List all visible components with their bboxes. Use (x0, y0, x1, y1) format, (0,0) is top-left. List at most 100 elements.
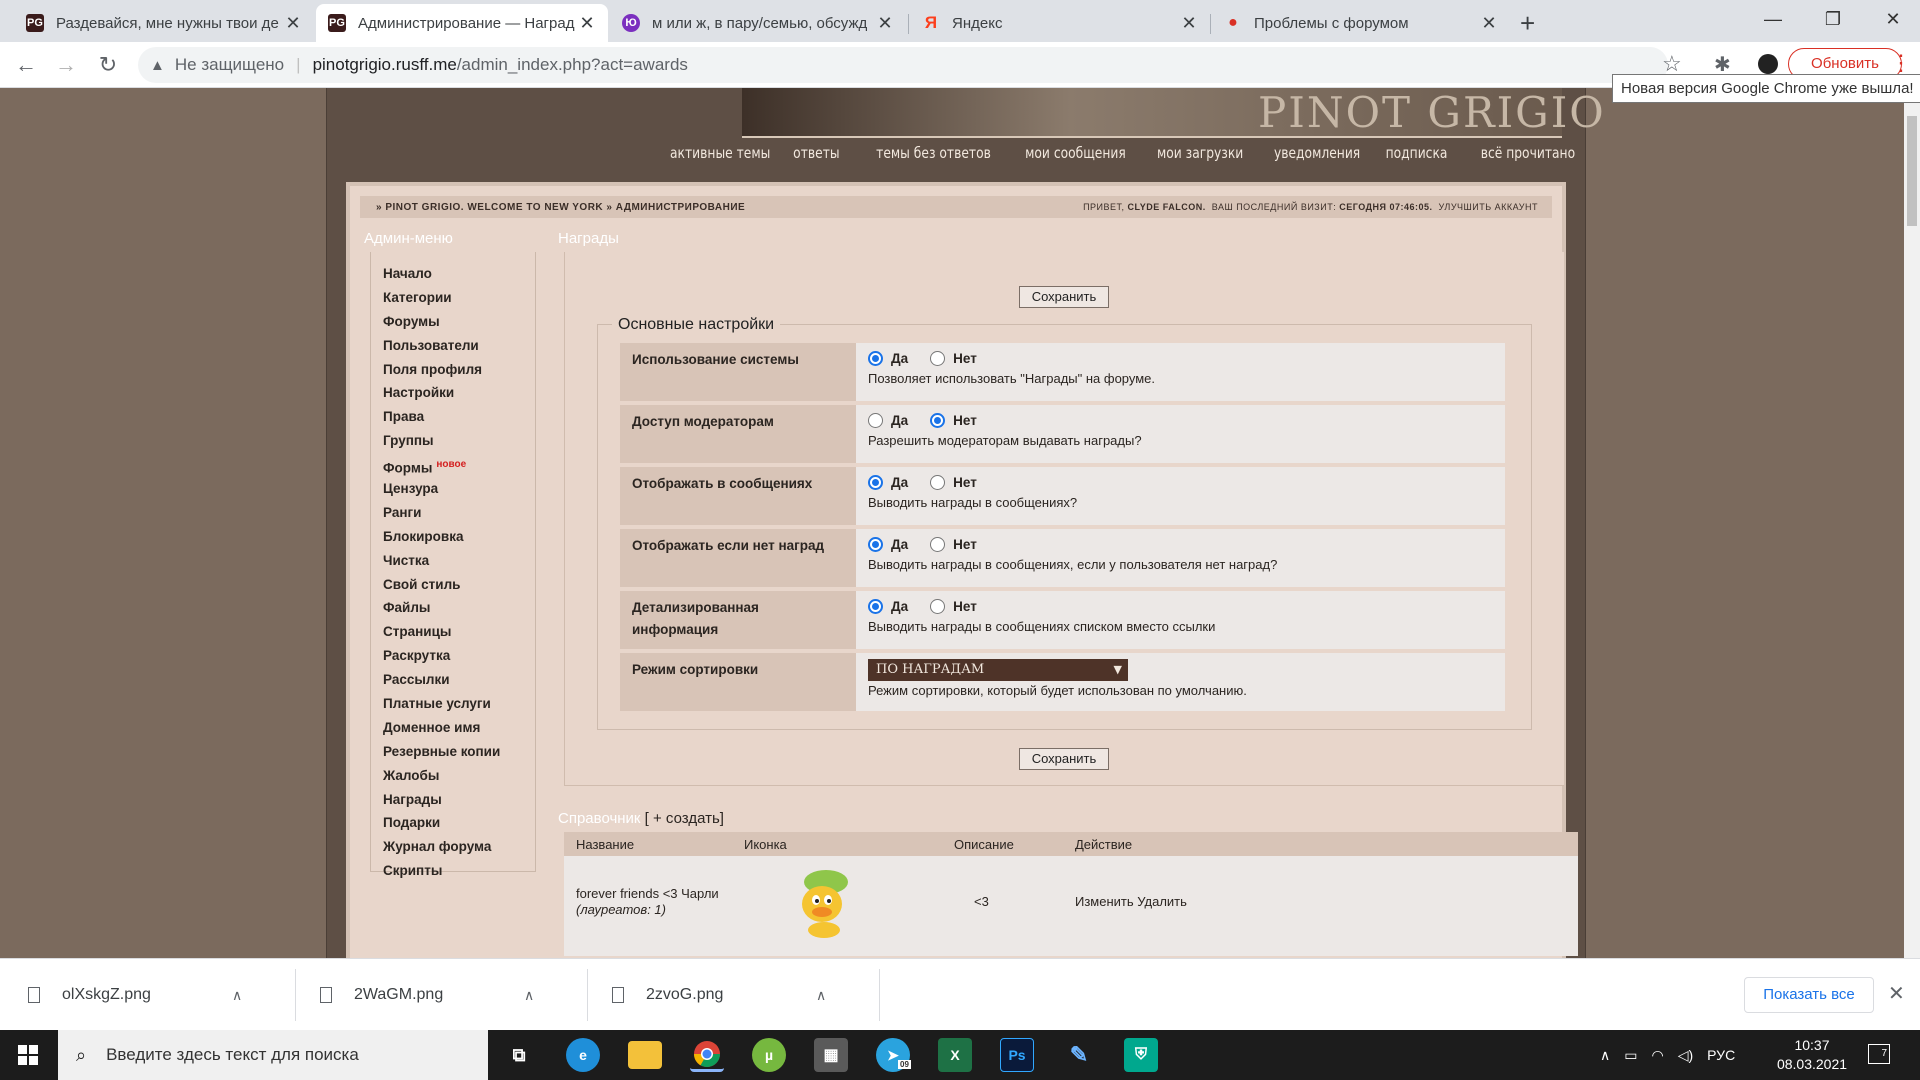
admin-menu-item[interactable]: Поля профиля (383, 358, 535, 382)
calculator-icon[interactable]: ▦ (814, 1038, 848, 1072)
download-item[interactable]: olXskgZ.png ∧ (0, 959, 242, 1031)
yes-radio[interactable] (868, 536, 883, 552)
yes-radio[interactable] (868, 598, 883, 614)
admin-menu-item[interactable]: Файлы (383, 596, 535, 620)
kebab-menu-icon[interactable]: ⋮ (1890, 50, 1912, 76)
chrome-icon[interactable] (690, 1038, 724, 1072)
nav-link-mark-all-read[interactable]: всё прочитано (1481, 144, 1575, 162)
scrollbar-thumb[interactable] (1907, 116, 1917, 226)
close-icon[interactable]: ✕ (284, 13, 302, 34)
no-radio[interactable] (930, 598, 946, 614)
volume-icon[interactable]: ◁) (1678, 1047, 1693, 1064)
admin-menu-item[interactable]: Скрипты (383, 859, 535, 883)
tab-2[interactable]: PG Администрирование — Наград ✕ (316, 4, 608, 42)
windows-start-icon[interactable] (18, 1045, 38, 1065)
admin-menu-item[interactable]: Рассылки (383, 668, 535, 692)
battery-icon[interactable]: ▭ (1624, 1047, 1637, 1064)
admin-menu-item-forms[interactable]: Формы новое (383, 453, 535, 477)
no-radio[interactable] (930, 412, 946, 428)
close-icon[interactable]: ✕ (578, 13, 596, 34)
yes-radio[interactable] (868, 412, 883, 428)
task-view-icon[interactable]: ⧉ (502, 1038, 536, 1072)
nav-link-my-posts[interactable]: мои сообщения (1025, 144, 1126, 162)
telegram-icon[interactable]: ➤ 09 (876, 1038, 911, 1072)
admin-menu-item[interactable]: Раскрутка (383, 644, 535, 668)
admin-menu-item[interactable]: Подарки (383, 811, 535, 835)
save-button-top[interactable]: Сохранить (1019, 286, 1109, 308)
taskbar-search[interactable]: ⌕ Введите здесь текст для поиска (58, 1030, 488, 1080)
yes-radio[interactable] (868, 350, 883, 366)
admin-menu-item[interactable]: Настройки (383, 381, 535, 405)
chevron-up-icon[interactable]: ∧ (1600, 1047, 1610, 1064)
tab-5[interactable]: ● Проблемы с форумом ✕ (1212, 4, 1510, 42)
no-radio[interactable] (930, 474, 946, 490)
close-shelf-icon[interactable]: ✕ (1888, 981, 1905, 1006)
edge-icon[interactable]: e (566, 1038, 600, 1072)
taskbar-clock[interactable]: 10:37 08.03.2021 (1768, 1036, 1856, 1074)
no-radio[interactable] (930, 350, 946, 366)
admin-menu-item[interactable]: Ранги (383, 501, 535, 525)
chevron-up-icon[interactable]: ∧ (816, 987, 826, 1004)
no-radio[interactable] (930, 536, 946, 552)
chevron-up-icon[interactable]: ∧ (524, 987, 534, 1004)
maximize-icon[interactable]: ❐ (1810, 4, 1856, 34)
edit-award-link[interactable]: Изменить (1075, 894, 1134, 909)
admin-menu-item[interactable]: Награды (383, 788, 535, 812)
close-icon[interactable]: ✕ (1480, 13, 1498, 34)
close-icon[interactable]: ✕ (1180, 13, 1198, 34)
yes-radio[interactable] (868, 474, 883, 490)
paint-icon[interactable]: ✎ (1062, 1038, 1096, 1072)
close-icon[interactable]: ✕ (876, 13, 894, 34)
kaspersky-icon[interactable]: ⛨ (1124, 1038, 1158, 1072)
tab-4[interactable]: Я Яндекс ✕ (910, 4, 1210, 42)
profile-avatar-icon[interactable] (1758, 54, 1778, 74)
nav-link-notifications[interactable]: уведомления (1274, 144, 1360, 162)
create-award-link[interactable]: [ + создать] (645, 810, 724, 827)
admin-menu-item[interactable]: Права (383, 405, 535, 429)
admin-menu-item[interactable]: Группы (383, 429, 535, 453)
sort-mode-select[interactable]: ПО НАГРАДАМ ▼ (868, 659, 1128, 681)
tab-1[interactable]: PG Раздевайся, мне нужны твои де ✕ (14, 4, 314, 42)
delete-award-link[interactable]: Удалить (1137, 894, 1187, 909)
download-item[interactable]: 2WaGM.png ∧ (292, 959, 534, 1031)
nav-link-replies[interactable]: ответы (793, 144, 839, 162)
nav-link-my-uploads[interactable]: мои загрузки (1157, 144, 1243, 162)
nav-link-unanswered[interactable]: темы без ответов (876, 144, 991, 162)
excel-icon[interactable]: X (938, 1038, 972, 1072)
plus-icon[interactable]: + (1520, 8, 1535, 39)
save-button-bottom[interactable]: Сохранить (1019, 748, 1109, 770)
admin-menu-item[interactable]: Категории (383, 286, 535, 310)
wifi-icon[interactable]: ◠ (1651, 1047, 1663, 1064)
username-link[interactable]: Clyde Falcon. (1128, 202, 1206, 212)
chevron-up-icon[interactable]: ∧ (232, 987, 242, 1004)
admin-menu-item[interactable]: Чистка (383, 549, 535, 573)
admin-menu-item[interactable]: Жалобы (383, 764, 535, 788)
admin-menu-item[interactable]: Свой стиль (383, 573, 535, 597)
page-scrollbar[interactable] (1904, 88, 1920, 958)
admin-menu-item[interactable]: Страницы (383, 620, 535, 644)
admin-menu-item[interactable]: Доменное имя (383, 716, 535, 740)
window-close-icon[interactable]: ✕ (1870, 4, 1916, 34)
forward-arrow-icon[interactable]: → (52, 51, 80, 79)
show-all-downloads-button[interactable]: Показать все (1744, 977, 1874, 1013)
back-arrow-icon[interactable]: ← (12, 51, 40, 79)
admin-menu-item[interactable]: Пользователи (383, 334, 535, 358)
photoshop-icon[interactable]: Ps (1000, 1038, 1034, 1072)
download-item[interactable]: 2zvoG.png ∧ (584, 959, 826, 1031)
reload-icon[interactable]: ↻ (94, 51, 122, 79)
nav-link-subscriptions[interactable]: подписка (1386, 144, 1448, 162)
admin-menu-item[interactable]: Цензура (383, 477, 535, 501)
breadcrumb[interactable]: » PINOT GRIGIO. WELCOME TO NEW YORK » АД… (376, 202, 745, 213)
admin-menu-item[interactable]: Платные услуги (383, 692, 535, 716)
admin-menu-item[interactable]: Блокировка (383, 525, 535, 549)
improve-account-link[interactable]: Улучшить аккаунт (1439, 202, 1538, 212)
utorrent-icon[interactable]: µ (752, 1038, 786, 1072)
minimize-icon[interactable]: — (1750, 4, 1796, 34)
explorer-icon[interactable] (628, 1041, 662, 1069)
language-indicator[interactable]: РУС (1707, 1047, 1735, 1063)
admin-menu-item[interactable]: Форумы (383, 310, 535, 334)
tab-3[interactable]: Ю м или ж, в пару/семью, обсужд ✕ (610, 4, 906, 42)
admin-menu-item[interactable]: Начало (383, 262, 535, 286)
notification-center-icon[interactable]: 7 (1868, 1044, 1890, 1064)
address-bar[interactable]: ▲ Не защищено | pinotgrigio.rusff.me/adm… (138, 47, 1668, 83)
